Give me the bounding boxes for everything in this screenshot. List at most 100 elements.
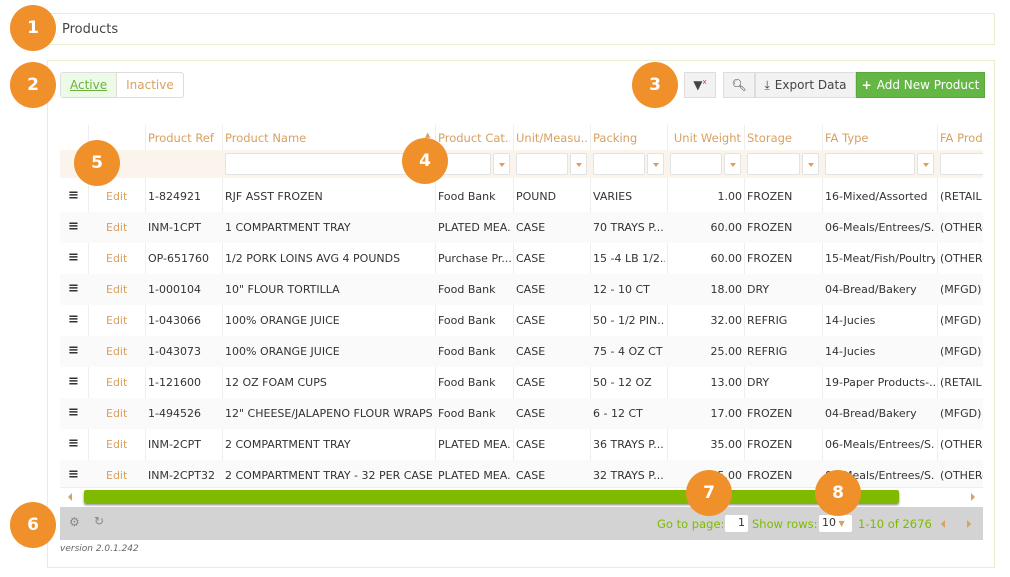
table-cell: (MFGD) [940,345,982,358]
edit-link[interactable]: Edit [106,190,127,203]
column-header[interactable]: Packing [593,131,664,145]
table-cell: PLATED MEA... [438,221,511,234]
scrollbar-thumb[interactable] [84,490,899,503]
edit-link[interactable]: Edit [106,376,127,389]
plus-icon: + [861,78,872,92]
edit-link[interactable]: Edit [106,252,127,265]
drag-handle-icon[interactable]: ≡ [68,405,79,420]
edit-link[interactable]: Edit [106,438,127,451]
drag-handle-icon[interactable]: ≡ [68,467,79,482]
table-cell: 15-Meat/Fish/Poultry [825,252,935,265]
refresh-icon[interactable]: ↻ [94,514,104,528]
column-header[interactable]: Product Ref [148,131,219,145]
filter-row [60,150,983,178]
filter-input[interactable] [516,153,568,175]
active-tab[interactable]: Active [61,73,118,97]
table-cell: 12" CHEESE/JALAPENO FLOUR WRAPS [225,407,433,420]
inactive-tab[interactable]: Inactive [117,73,183,97]
filter-input[interactable] [225,153,413,175]
column-header[interactable]: Product Cat... [438,131,510,145]
drag-handle-icon[interactable]: ≡ [68,188,79,203]
filter-dropdown[interactable] [802,153,819,175]
table-cell: 06-Meals/Entrees/S... [825,438,935,451]
column-header[interactable]: Product Name [225,131,432,145]
table-cell: 50 - 1/2 PIN... [593,314,665,327]
table-cell: CASE [516,283,546,296]
drag-handle-icon[interactable]: ≡ [68,281,79,296]
annotation-badge: 4 [402,138,448,184]
export-data-button[interactable]: ⤓ Export Data [755,72,856,98]
filter-input[interactable] [825,153,915,175]
table-cell: 18.00 [710,283,743,296]
filter-input[interactable] [593,153,645,175]
table-row: ≡ Edit 1-043066 100% ORANGE JUICE Food Bank C… [60,305,983,336]
table-cell: (OTHER- [940,469,983,482]
edit-link[interactable]: Edit [106,283,127,296]
table-cell: INM-1CPT [148,221,201,234]
table-cell: 2 COMPARTMENT TRAY - 32 PER CASE [225,469,433,482]
table-cell: 10" FLOUR TORTILLA [225,283,340,296]
scroll-left-icon[interactable] [68,493,72,501]
filter-input[interactable] [747,153,800,175]
scroll-right-icon[interactable] [971,493,975,501]
table-cell: (MFGD) [940,283,982,296]
next-page-icon[interactable] [967,520,971,528]
edit-link[interactable]: Edit [106,345,127,358]
table-cell: (MFGD) [940,407,982,420]
table-cell: FROZEN [747,252,793,265]
table-cell: 14-Jucies [825,314,876,327]
column-header[interactable]: Unit Weight [670,131,741,145]
table-cell: FROZEN [747,190,793,203]
annotation-badge: 5 [74,140,120,186]
table-cell: 100% ORANGE JUICE [225,345,340,358]
drag-handle-icon[interactable]: ≡ [68,436,79,451]
add-new-product-button[interactable]: + Add New Product [856,72,985,98]
table-cell: FROZEN [747,221,793,234]
table-cell: OP-651760 [148,252,210,265]
prev-page-icon[interactable] [941,520,945,528]
table-cell: Food Bank [438,314,496,327]
filter-dropdown[interactable] [917,153,934,175]
drag-handle-icon[interactable]: ≡ [68,343,79,358]
goto-page-input[interactable]: 1 [725,515,748,532]
drag-handle-icon[interactable]: ≡ [68,219,79,234]
edit-link[interactable]: Edit [106,469,127,482]
drag-handle-icon[interactable]: ≡ [68,312,79,327]
search-button[interactable]: 🔍︎ [723,72,755,98]
version-label: version 2.0.1.242 [60,544,139,554]
table-cell: CASE [516,407,546,420]
filter-dropdown[interactable] [647,153,664,175]
page-title: Products [62,22,119,37]
annotation-badge: 3 [632,62,678,108]
filter-input[interactable] [670,153,722,175]
table-cell: DRY [747,376,770,389]
clear-filter-button[interactable]: ▼x [684,72,716,98]
edit-link[interactable]: Edit [106,314,127,327]
table-cell: CASE [516,314,546,327]
column-header[interactable]: FA Type [825,131,934,145]
edit-link[interactable]: Edit [106,407,127,420]
table-cell: Food Bank [438,283,496,296]
drag-handle-icon[interactable]: ≡ [68,374,79,389]
table-cell: CASE [516,438,546,451]
table-cell: (MFGD) [940,314,982,327]
column-header[interactable]: FA Prod [940,131,983,145]
column-header[interactable]: Storage [747,131,819,145]
rows-per-page-select[interactable]: 10 ▼ [819,515,852,532]
drag-handle-icon[interactable]: ≡ [68,250,79,265]
table-cell: 36 TRAYS P... [593,438,664,451]
filter-input[interactable] [940,153,983,175]
filter-dropdown[interactable] [570,153,587,175]
filter-dropdown[interactable] [724,153,741,175]
filter-dropdown[interactable] [493,153,510,175]
table-cell: (RETAIL [940,190,982,203]
edit-link[interactable]: Edit [106,221,127,234]
table-row: ≡ Edit 1-824921 RJF ASST FROZEN Food Bank POU… [60,181,983,212]
table-cell: 04-Bread/Bakery [825,283,917,296]
table-cell: Food Bank [438,345,496,358]
table-cell: 1-043073 [148,345,201,358]
table-cell: 12 OZ FOAM CUPS [225,376,327,389]
goto-page-label: Go to page: [657,517,725,531]
settings-icon[interactable]: ⚙ [69,515,80,529]
column-header[interactable]: Unit/Measu... [516,131,587,145]
